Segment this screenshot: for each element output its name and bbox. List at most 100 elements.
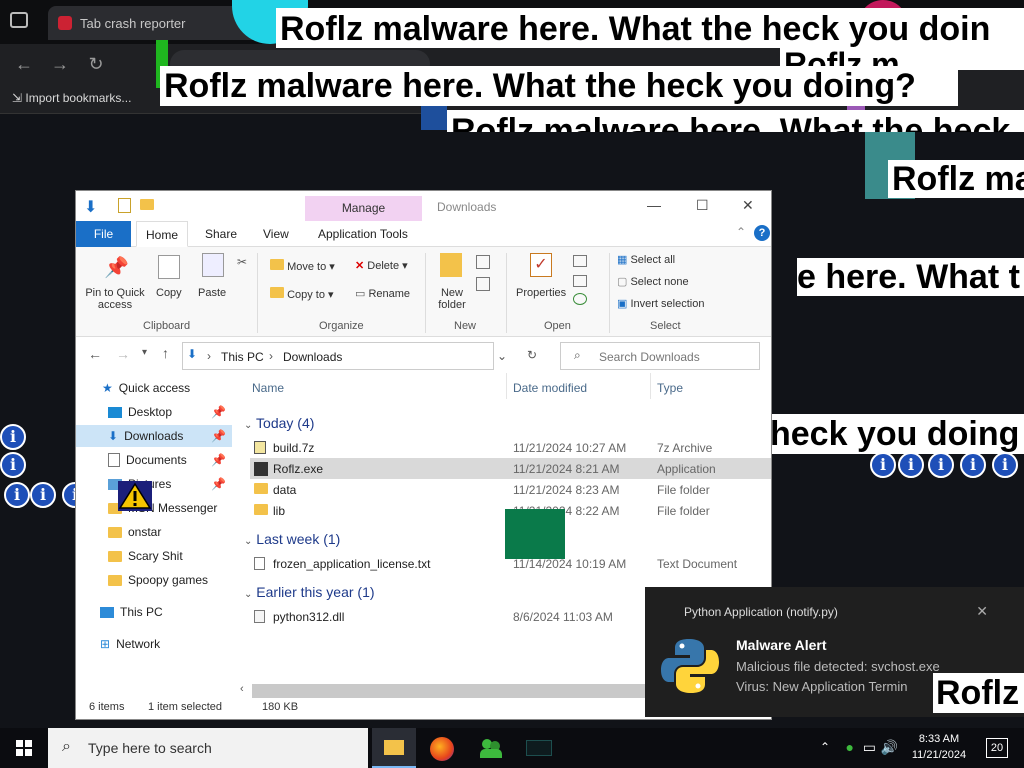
exe-icon — [254, 462, 268, 476]
group-label: New — [454, 320, 477, 332]
tab-view[interactable]: View — [254, 221, 298, 247]
minimize-icon[interactable]: — — [647, 197, 661, 213]
import-bookmarks-link[interactable]: ⇲ Import bookmarks... — [12, 91, 131, 105]
taskbar-search-input[interactable]: ⌕ Type here to search — [48, 728, 368, 768]
pin-icon: 📌 — [104, 257, 129, 279]
forward-arrow-icon[interactable]: → — [116, 346, 130, 362]
tab-file[interactable]: File — [76, 221, 131, 247]
nav-msn-messenger[interactable]: MSN Messenger — [76, 497, 232, 519]
nav-quick-access[interactable]: ★ Quick access — [76, 377, 232, 399]
properties-icon: ✓ — [530, 253, 552, 277]
nav-onstar[interactable]: onstar — [76, 521, 232, 543]
breadcrumb-separator-icon: › — [207, 349, 211, 363]
clock-date[interactable]: 11/21/2024 — [906, 749, 972, 761]
divider — [506, 373, 507, 399]
group-earlier-this-year[interactable]: ⌄ Earlier this year (1) — [244, 584, 375, 600]
column-date-modified[interactable]: Date modified — [513, 381, 587, 395]
up-arrow-icon[interactable]: ↑ — [162, 345, 169, 361]
nav-network[interactable]: ⊞ Network — [76, 633, 232, 655]
nav-scary-shit[interactable]: Scary Shit — [76, 545, 232, 567]
malware-banner: Roflz ma — [888, 160, 1024, 198]
refresh-icon[interactable]: ↻ — [527, 348, 537, 362]
back-icon[interactable]: ← — [12, 54, 36, 75]
column-type[interactable]: Type — [657, 381, 683, 395]
computer-icon — [100, 606, 114, 618]
title-bar: ⬇ Manage Downloads — ☐ ✕ — [76, 191, 771, 221]
maximize-icon[interactable]: ☐ — [696, 197, 709, 214]
forward-icon[interactable]: → — [48, 54, 72, 75]
recent-locations-icon[interactable]: ▾ — [142, 347, 147, 358]
group-last-week[interactable]: ⌄ Last week (1) — [244, 531, 340, 547]
chevron-down-icon: ⌄ — [244, 420, 253, 431]
paste-button[interactable]: Paste — [198, 287, 226, 299]
collapse-ribbon-icon[interactable]: ⌃ — [736, 225, 746, 239]
select-all-button[interactable]: ▦ Select all — [617, 253, 675, 266]
new-folder-button[interactable]: New folder — [436, 287, 468, 311]
easy-access-icon[interactable] — [476, 277, 490, 291]
nav-pictures[interactable]: Pictures📌 — [76, 473, 232, 495]
cut-icon[interactable]: ✂ — [237, 255, 247, 269]
msn-messenger-icon[interactable] — [480, 737, 504, 759]
properties-small-icon[interactable] — [118, 198, 131, 213]
archive-icon — [254, 441, 266, 454]
warning-icon — [118, 481, 152, 511]
breadcrumb-this-pc[interactable]: This PC — [221, 350, 264, 364]
reload-icon[interactable]: ↻ — [84, 54, 108, 75]
ribbon-tabs: File Home Share View Application Tools ⌃… — [76, 221, 771, 247]
nav-this-pc[interactable]: This PC — [76, 601, 232, 623]
malware-banner: Roflz malware here. What the heck — [447, 110, 1024, 132]
nav-downloads[interactable]: ⬇ Downloads 📌 — [76, 425, 232, 447]
msn-tray-icon[interactable]: ● — [846, 739, 854, 755]
new-folder-small-icon[interactable] — [140, 199, 154, 210]
select-none-button[interactable]: ▢ Select none — [617, 275, 689, 288]
open-icon[interactable] — [573, 255, 587, 267]
edit-icon[interactable] — [573, 275, 587, 287]
nav-spoopy-games[interactable]: Spoopy games — [76, 569, 232, 591]
quick-access-toolbar-icon[interactable]: ⬇ — [84, 197, 97, 217]
downloads-icon: ⬇ — [108, 429, 119, 443]
close-icon[interactable]: ✕ — [742, 197, 754, 214]
copy-to-button[interactable]: Copy to ▾ — [270, 287, 334, 301]
invert-selection-button[interactable]: ▣ Invert selection — [617, 297, 704, 310]
move-to-button[interactable]: Move to ▾ — [270, 259, 335, 273]
history-icon[interactable] — [573, 293, 587, 305]
star-icon: ★ — [102, 381, 113, 395]
chevron-up-icon[interactable]: ⌃ — [820, 740, 830, 754]
help-icon[interactable]: ? — [754, 225, 770, 241]
chevron-down-icon[interactable]: ⌄ — [497, 349, 507, 363]
column-name[interactable]: Name — [252, 381, 284, 395]
table-row[interactable]: data 11/21/2024 8:23 AM File folder — [250, 479, 771, 500]
tab-application-tools[interactable]: Application Tools — [309, 221, 417, 247]
pin-to-quick-access-button[interactable]: Pin to Quick access — [83, 287, 147, 311]
breadcrumb-downloads[interactable]: Downloads — [283, 350, 342, 364]
group-today[interactable]: ⌄ Today (4) — [244, 415, 314, 431]
pin-icon: 📌 — [211, 429, 226, 443]
ribbon: 📌 Pin to Quick access Copy Paste ✂ Clipb… — [76, 247, 771, 337]
close-icon[interactable]: ✕ — [976, 603, 988, 620]
windows-start-icon[interactable] — [16, 740, 32, 756]
rename-button[interactable]: ▭ Rename — [355, 287, 410, 300]
manage-context-tab[interactable]: Manage — [305, 196, 422, 221]
tab-home[interactable]: Home — [136, 221, 189, 247]
volume-icon[interactable]: 🔊 — [881, 739, 898, 756]
notification-center-icon[interactable]: 20 — [986, 738, 1008, 758]
tab-overview-icon[interactable] — [10, 12, 28, 28]
table-row[interactable]: build.7z 11/21/2024 10:27 AM 7z Archive — [250, 437, 771, 458]
table-row[interactable]: Roflz.exe 11/21/2024 8:21 AM Application — [250, 458, 771, 479]
network-icon[interactable]: ▭ — [863, 739, 876, 756]
properties-button[interactable]: Properties — [516, 287, 566, 299]
file-explorer-taskbar-button[interactable] — [372, 728, 416, 768]
back-arrow-icon[interactable]: ← — [88, 346, 102, 362]
nav-documents[interactable]: Documents 📌 — [76, 449, 232, 471]
terminal-app-icon[interactable] — [526, 740, 552, 756]
tab-share[interactable]: Share — [196, 221, 246, 247]
copy-button[interactable]: Copy — [156, 287, 182, 299]
nav-desktop[interactable]: Desktop 📌 — [76, 401, 232, 423]
search-input[interactable]: Search Downloads — [560, 342, 760, 370]
address-bar[interactable]: ⬇ › This PC › Downloads ⌄ ↻ — [182, 342, 537, 370]
delete-button[interactable]: ✕ Delete ▾ — [355, 259, 408, 272]
firefox-icon[interactable] — [430, 737, 454, 761]
clock-time[interactable]: 8:33 AM — [906, 733, 972, 745]
scroll-left-icon[interactable]: ‹ — [240, 683, 244, 695]
new-item-icon[interactable] — [476, 255, 490, 269]
